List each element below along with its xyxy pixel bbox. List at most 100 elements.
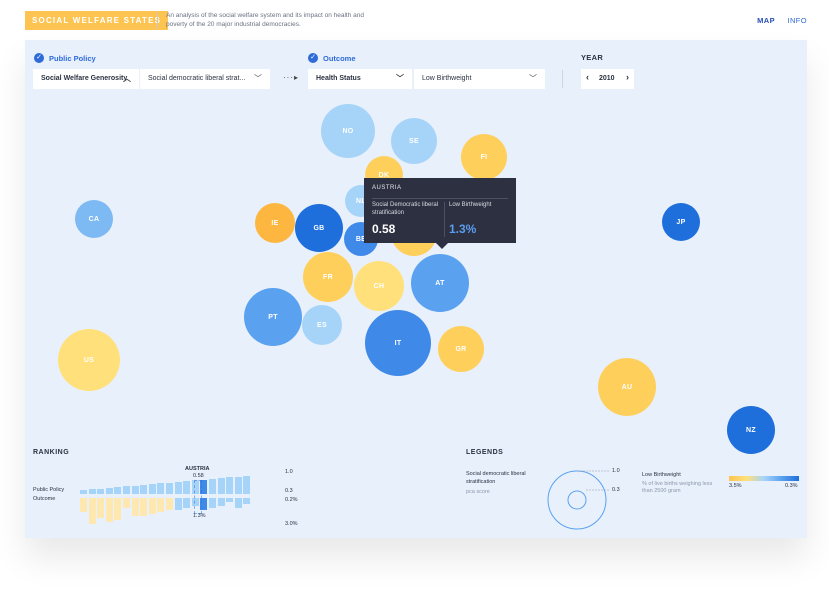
ranking-outcome-bar — [148, 498, 156, 514]
country-bubble-ca[interactable]: CA — [75, 200, 113, 238]
country-bubble-us[interactable]: US — [58, 329, 120, 391]
ranking-policy-bar — [243, 475, 251, 494]
country-bubble-ie[interactable]: IE — [255, 203, 295, 243]
ranking-policy-bar — [105, 487, 113, 494]
country-bubble-es[interactable]: ES — [302, 305, 342, 345]
ranking-policy-bar — [88, 489, 96, 494]
ranking-policy-bar — [234, 476, 242, 494]
policy-label: ✓ Public Policy — [34, 53, 96, 63]
brand-description: An analysis of the social welfare system… — [166, 12, 364, 28]
ranking-axis-outcome-min: 0.2% — [285, 497, 298, 503]
ranking-outcome-bar — [97, 498, 105, 518]
ranking-outcome-bar — [209, 498, 216, 508]
ranking-policy-bar — [174, 481, 182, 494]
ranking-outcome-bar — [174, 498, 182, 510]
tooltip-outcome-label: Low Birthweight — [449, 202, 492, 208]
app-root: SOCIAL WELFARE STATES An analysis of the… — [0, 0, 829, 604]
country-bubble-nz[interactable]: NZ — [727, 406, 775, 454]
arrow-right-icon: ···▸ — [283, 73, 300, 82]
tooltip-column-divider — [444, 202, 445, 237]
country-bubble-gb[interactable]: GB — [295, 204, 343, 252]
policy-label-text: Public Policy — [49, 53, 96, 63]
legend-size-label: Social democratic liberal stratification — [466, 471, 526, 485]
ranking-highlight-policy: 0.58 — [193, 473, 204, 479]
chevron-down-icon: ﹀ — [396, 74, 404, 83]
ranking-outcome-bar — [166, 498, 173, 510]
legend-color-sub: % of live births weighing less than 2500… — [642, 481, 713, 494]
ranking-policy-bar — [157, 483, 165, 494]
ranking-policy-bar — [140, 484, 148, 494]
ranking-outcome-bar — [114, 498, 122, 520]
chevron-up-icon: ︿ — [123, 74, 131, 83]
outcome-measure-dropdown[interactable]: Low Birthweight ﹀ — [414, 69, 545, 89]
outcome-category-dropdown[interactable]: Health Status ﹀ — [308, 69, 412, 89]
ranking-outcome-bar — [105, 498, 113, 522]
year-next-button[interactable]: › — [626, 72, 629, 82]
ranking-axis-outcome-max: 3.0% — [285, 521, 298, 527]
policy-measure-dropdown[interactable]: Social democratic liberal strat... ﹀ — [140, 69, 270, 89]
legend-size-max: 1.0 — [612, 468, 620, 474]
country-bubble-it[interactable]: IT — [365, 310, 431, 376]
legend-color-gradient — [729, 476, 799, 481]
ranking-policy-bar — [166, 482, 173, 494]
year-value: 2010 — [599, 75, 615, 82]
tooltip-pointer — [436, 243, 448, 249]
ranking-policy-bar — [123, 486, 130, 494]
ranking-policy-bar — [148, 484, 156, 494]
ranking-outcome-bar — [140, 498, 148, 516]
tooltip-policy-value: 0.58 — [372, 222, 396, 236]
tooltip-divider — [372, 198, 508, 199]
country-bubble-gr[interactable]: GR — [438, 326, 484, 372]
country-bubble-au[interactable]: AU — [598, 358, 656, 416]
country-bubble-pt[interactable]: PT — [244, 288, 302, 346]
nav-info-link[interactable]: INFO — [787, 16, 807, 25]
tooltip-policy-label: Social Democratic liberal stratification — [372, 202, 439, 216]
ranking-outcome-bar — [217, 498, 225, 506]
country-tooltip: AUSTRIA Social Democratic liberal strati… — [364, 178, 516, 249]
ranking-outcome-bar — [157, 498, 165, 512]
country-bubble-se[interactable]: SE — [391, 118, 437, 164]
country-bubble-fr[interactable]: FR — [303, 252, 353, 302]
policy-category-value: Social Welfare Generosity — [41, 75, 128, 82]
ranking-policy-row-label: Public Policy — [33, 487, 65, 493]
country-bubble-jp[interactable]: JP — [662, 203, 700, 241]
ranking-policy-bar — [80, 490, 87, 494]
country-bubble-ch[interactable]: CH — [354, 261, 404, 311]
outcome-measure-value: Low Birthweight — [422, 75, 472, 82]
ranking-outcome-bar — [88, 498, 96, 524]
ranking-highlight-marker — [194, 480, 202, 514]
legend-color-right: 0.3% — [785, 483, 798, 489]
legend-color-label: Low Birthweight — [642, 472, 681, 478]
country-bubble-no[interactable]: NO — [321, 104, 375, 158]
country-bubble-at[interactable]: AT — [411, 254, 469, 312]
ranking-outcome-bar — [183, 498, 191, 508]
ranking-outcome-bar — [243, 498, 251, 504]
legend-size-min: 0.3 — [612, 487, 620, 493]
tooltip-outcome-value: 1.3% — [449, 222, 477, 236]
ranking-outcome-bar — [234, 498, 242, 508]
ranking-highlight-country: AUSTRIA — [185, 466, 210, 472]
ranking-outcome-bar — [123, 498, 130, 508]
outcome-category-value: Health Status — [316, 75, 361, 82]
country-bubble-fi[interactable]: FI — [461, 134, 507, 180]
ranking-policy-bar — [209, 478, 216, 494]
ranking-outcome-row-label: Outcome — [33, 496, 56, 502]
brand-divider — [157, 12, 158, 29]
ranking-axis-policy-min: 0.3 — [285, 488, 293, 494]
brand-logo: SOCIAL WELFARE STATES — [25, 11, 169, 30]
top-nav: MAP INFO — [747, 16, 807, 25]
year-label: YEAR — [581, 53, 604, 62]
legends-title: LEGENDS — [466, 449, 504, 456]
check-icon: ✓ — [34, 53, 44, 63]
ranking-outcome-bar — [226, 498, 234, 502]
policy-measure-value: Social democratic liberal strat... — [148, 75, 246, 82]
legend-size-sub: pca score — [466, 489, 490, 495]
policy-category-dropdown[interactable]: Social Welfare Generosity ︿ — [33, 69, 139, 89]
ranking-outcome-bar — [80, 498, 87, 512]
nav-map-link[interactable]: MAP — [757, 16, 775, 25]
ranking-policy-bar — [217, 478, 225, 494]
ranking-policy-bar — [114, 487, 122, 494]
year-prev-button[interactable]: ‹ — [586, 72, 589, 82]
legend-color-left: 3.5% — [729, 483, 742, 489]
chevron-down-icon: ﹀ — [254, 74, 262, 83]
